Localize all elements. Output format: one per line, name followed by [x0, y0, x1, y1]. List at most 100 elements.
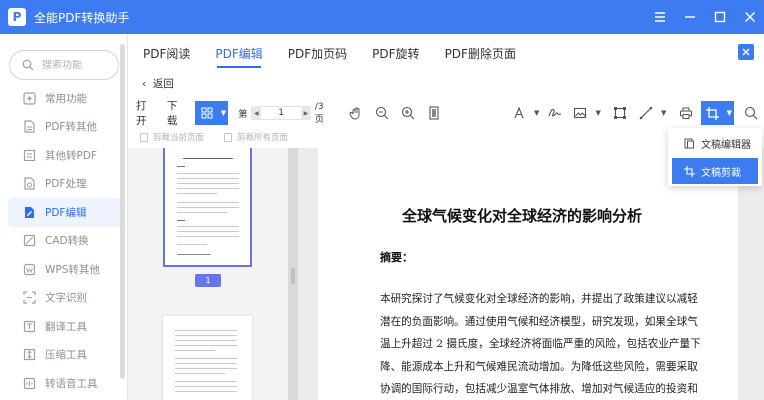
sidebar-item-label: 文字识别	[45, 292, 87, 305]
pdf-edit-icon	[22, 205, 36, 219]
grid-view-icon[interactable]	[194, 101, 219, 125]
sidebar-item-label: 翻译工具	[45, 320, 87, 333]
menu-item-doc-editor[interactable]: 文稿编辑器	[672, 130, 758, 156]
menu-item-label: 文稿编辑器	[701, 139, 751, 151]
chevron-left-icon: ‹	[142, 78, 147, 90]
sidebar-item-label: 常用功能	[45, 92, 87, 105]
scrollbar-handle[interactable]	[291, 268, 295, 284]
image-icon[interactable]	[567, 101, 593, 125]
crop-page-icon	[140, 132, 148, 142]
back-button[interactable]: ‹ 返回	[142, 76, 174, 91]
line-icon[interactable]	[633, 101, 659, 125]
menu-item-doc-crop[interactable]: 文稿剪裁	[672, 158, 758, 184]
abstract-label: 摘要：	[380, 251, 413, 264]
signature-icon[interactable]	[542, 101, 568, 125]
sidebar-item-translate[interactable]: 翻译工具	[8, 312, 122, 341]
page-prefix: 第	[238, 109, 248, 120]
toolbar: 打开 下载 ▼ 第 ◀ 1 ▶ /3 页 ▼ ▼ ▼ ▼	[128, 98, 764, 128]
back-label: 返回	[152, 78, 174, 90]
maximize-icon[interactable]	[706, 0, 734, 34]
next-page-icon[interactable]: ▶	[300, 106, 311, 120]
sidebar-nav: 常用功能 PDF转其他 其他转PDF PDF处理 PDF编辑 CAD转换 WPS…	[8, 84, 122, 398]
app-title: 全能PDF转换助手	[34, 10, 130, 25]
sidebar-item-label: 转语音工具	[45, 377, 98, 390]
line-dropdown-icon[interactable]: ▼	[659, 101, 669, 125]
sidebar-item-label: CAD转换	[45, 235, 89, 248]
thumbnail-panel: 1	[128, 148, 298, 400]
pdf-convert-icon	[22, 120, 36, 134]
open-button[interactable]: 打开	[131, 98, 162, 128]
sidebar-scrollbar[interactable]	[120, 44, 125, 379]
sidebar-item-pdf-to-other[interactable]: PDF转其他	[8, 113, 122, 142]
ocr-icon	[22, 291, 36, 305]
page-navigator: 第 ◀ 1 ▶ /3 页	[238, 102, 335, 125]
search-doc-icon[interactable]	[738, 101, 764, 125]
menu-icon[interactable]	[646, 0, 674, 34]
close-icon[interactable]	[736, 0, 764, 34]
crop-current-page-button[interactable]: 剪裁当前页面	[140, 131, 204, 143]
compress-icon	[22, 348, 36, 362]
image-dropdown-icon[interactable]: ▼	[593, 101, 603, 125]
sidebar-item-label: PDF处理	[45, 178, 87, 191]
sidebar-item-frequent[interactable]: 常用功能	[8, 84, 122, 113]
crop-dropdown-menu: 文稿编辑器 文稿剪裁	[668, 128, 762, 186]
fit-page-icon[interactable]	[421, 101, 447, 125]
tab-pdf-read[interactable]: PDF阅读	[143, 34, 190, 72]
page-thumbnail-2[interactable]	[163, 316, 252, 400]
page-input[interactable]: 1	[261, 106, 301, 120]
paragraph-line: 温上升超过 2 摄氏度，全球经济将面临严重的风险，包括农业产量下	[380, 338, 701, 350]
search-box[interactable]	[9, 50, 119, 80]
pen-dropdown-icon[interactable]: ▼	[532, 101, 542, 125]
search-input[interactable]	[42, 59, 112, 71]
print-icon[interactable]	[673, 101, 699, 125]
crop-current-label: 剪裁当前页面	[153, 133, 205, 143]
tab-pdf-rotate[interactable]: PDF旋转	[372, 34, 419, 72]
crop-all-icon	[224, 132, 233, 142]
zoom-in-icon[interactable]	[395, 101, 421, 125]
title-bar: P 全能PDF转换助手	[0, 0, 764, 34]
to-pdf-icon	[22, 148, 36, 162]
crop-dropdown-icon[interactable]: ▼	[724, 101, 735, 125]
close-panel-icon[interactable]	[738, 44, 754, 60]
paragraph-line: 降、能源成本上升和气候难民流动增加。为降低这些风险，需要采取	[380, 360, 698, 373]
hand-icon[interactable]	[343, 101, 369, 125]
pen-icon[interactable]	[506, 101, 532, 125]
app-logo-icon: P	[8, 8, 26, 26]
minimize-icon[interactable]	[676, 0, 704, 34]
sidebar-item-compress[interactable]: 压缩工具	[8, 341, 122, 370]
sidebar-item-pdf-process[interactable]: PDF处理	[8, 170, 122, 199]
wps-icon	[22, 262, 36, 276]
sidebar-item-ocr[interactable]: 文字识别	[8, 284, 122, 313]
sidebar-item-other-to-pdf[interactable]: 其他转PDF	[8, 141, 122, 170]
sidebar-item-wps[interactable]: WPS转其他	[8, 255, 122, 284]
paragraph-line: 本研究探讨了气候变化对全球经济的影响，并提出了政策建议以减轻	[380, 293, 698, 305]
voice-icon	[22, 376, 36, 390]
zoom-out-icon[interactable]	[369, 101, 395, 125]
sidebar-item-label: PDF编辑	[45, 206, 87, 219]
menu-item-label: 文稿剪裁	[701, 167, 741, 179]
sidebar-item-voice[interactable]: 转语音工具	[8, 369, 122, 398]
grid-view-dropdown-icon[interactable]: ▼	[218, 101, 229, 125]
crop-all-pages-button[interactable]: 剪裁所有页面	[224, 131, 288, 143]
sidebar-item-label: 其他转PDF	[45, 149, 97, 162]
prev-page-icon[interactable]: ◀	[251, 106, 262, 120]
tab-pdf-delete-page[interactable]: PDF删除页面	[445, 34, 516, 72]
crop-tool-icon[interactable]	[700, 101, 725, 125]
pdf-process-icon	[22, 177, 36, 191]
document-title: 全球气候变化对全球经济的影响分析	[402, 207, 643, 225]
thumbnail-scrollbar[interactable]	[288, 148, 298, 400]
sidebar-item-pdf-edit[interactable]: PDF编辑	[8, 198, 122, 227]
editor-icon	[683, 137, 695, 149]
crop-icon	[683, 165, 695, 177]
page-thumbnail-1[interactable]	[163, 148, 252, 267]
window-controls	[644, 0, 764, 34]
tab-pdf-page-number[interactable]: PDF加页码	[288, 34, 347, 72]
select-area-icon[interactable]	[607, 101, 633, 125]
tab-pdf-edit[interactable]: PDF编辑	[215, 34, 263, 72]
page-number-badge: 1	[195, 274, 221, 287]
download-button[interactable]: 下载	[162, 98, 193, 128]
sidebar-item-cad[interactable]: CAD转换	[8, 227, 122, 256]
cad-icon	[22, 234, 36, 248]
page-total: /3 页	[314, 101, 324, 125]
tab-bar: PDF阅读 PDF编辑 PDF加页码 PDF旋转 PDF删除页面	[128, 34, 764, 72]
